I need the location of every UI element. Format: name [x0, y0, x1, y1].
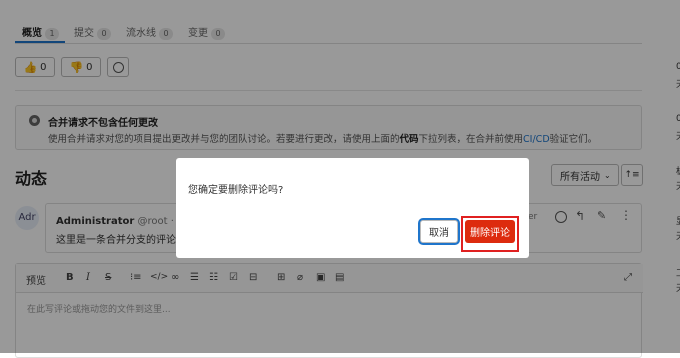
delete-comment-button-label: 删除评论 — [470, 228, 510, 239]
modal-message: 您确定要删除评论吗? — [188, 185, 284, 196]
delete-comment-modal: 您确定要删除评论吗? 取消 删除评论 — [176, 158, 529, 258]
cancel-button[interactable]: 取消 — [420, 220, 458, 243]
delete-comment-button[interactable]: 删除评论 — [465, 220, 515, 243]
cancel-button-label: 取消 — [429, 228, 449, 239]
